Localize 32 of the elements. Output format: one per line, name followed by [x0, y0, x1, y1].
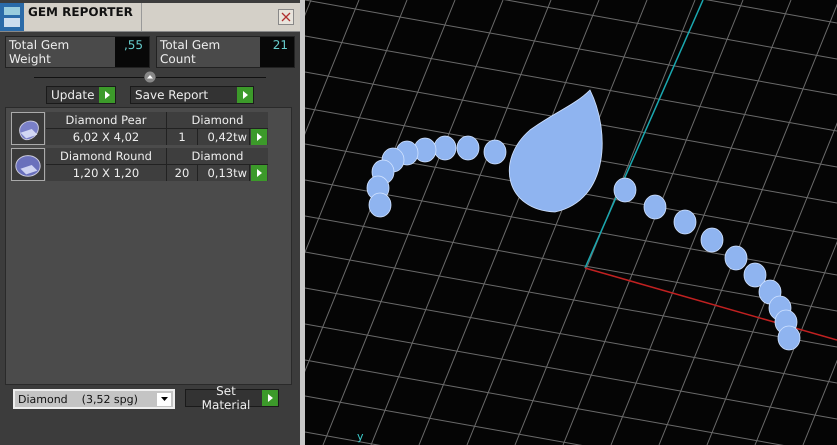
gem-name: Diamond Pear — [46, 112, 166, 128]
play-icon — [99, 87, 115, 103]
play-icon — [262, 390, 278, 406]
gem-count: 20 — [167, 165, 197, 181]
material-dropdown[interactable]: Diamond (3,52 spg) — [13, 389, 175, 409]
gem-weight: 0,13tw — [198, 165, 249, 181]
total-value: ,55 — [115, 37, 150, 67]
total-label: Total Gem Count — [159, 37, 222, 67]
gem-count: 1 — [167, 129, 197, 145]
collapse-handle[interactable] — [144, 71, 156, 83]
total-label: Total Gem Weight — [8, 37, 70, 67]
close-button[interactable] — [278, 9, 294, 25]
action-button[interactable]: Update — [46, 86, 116, 104]
gem-name: Diamond Round — [46, 148, 166, 164]
gem-weight: 0,42tw — [198, 129, 249, 145]
3d-viewport[interactable]: y — [305, 0, 837, 445]
total-value: 21 — [260, 37, 294, 67]
caret-icon — [160, 397, 168, 401]
play-icon — [237, 87, 253, 103]
axis-label: y — [357, 430, 364, 443]
gem-material: Diamond — [167, 148, 268, 164]
select-gem-button[interactable] — [250, 165, 268, 181]
gem-size: 1,20 X 1,20 — [46, 165, 166, 181]
window-title: GEM REPORTER — [24, 3, 142, 31]
play-icon — [251, 129, 267, 145]
select-gem-button[interactable] — [250, 129, 268, 145]
close-icon — [281, 12, 291, 22]
gem-size: 6,02 X 4,02 — [46, 129, 166, 145]
action-button[interactable]: Save Report — [130, 86, 254, 104]
app-logo-icon — [0, 3, 24, 31]
play-icon — [251, 165, 267, 181]
gem-material: Diamond — [167, 112, 268, 128]
